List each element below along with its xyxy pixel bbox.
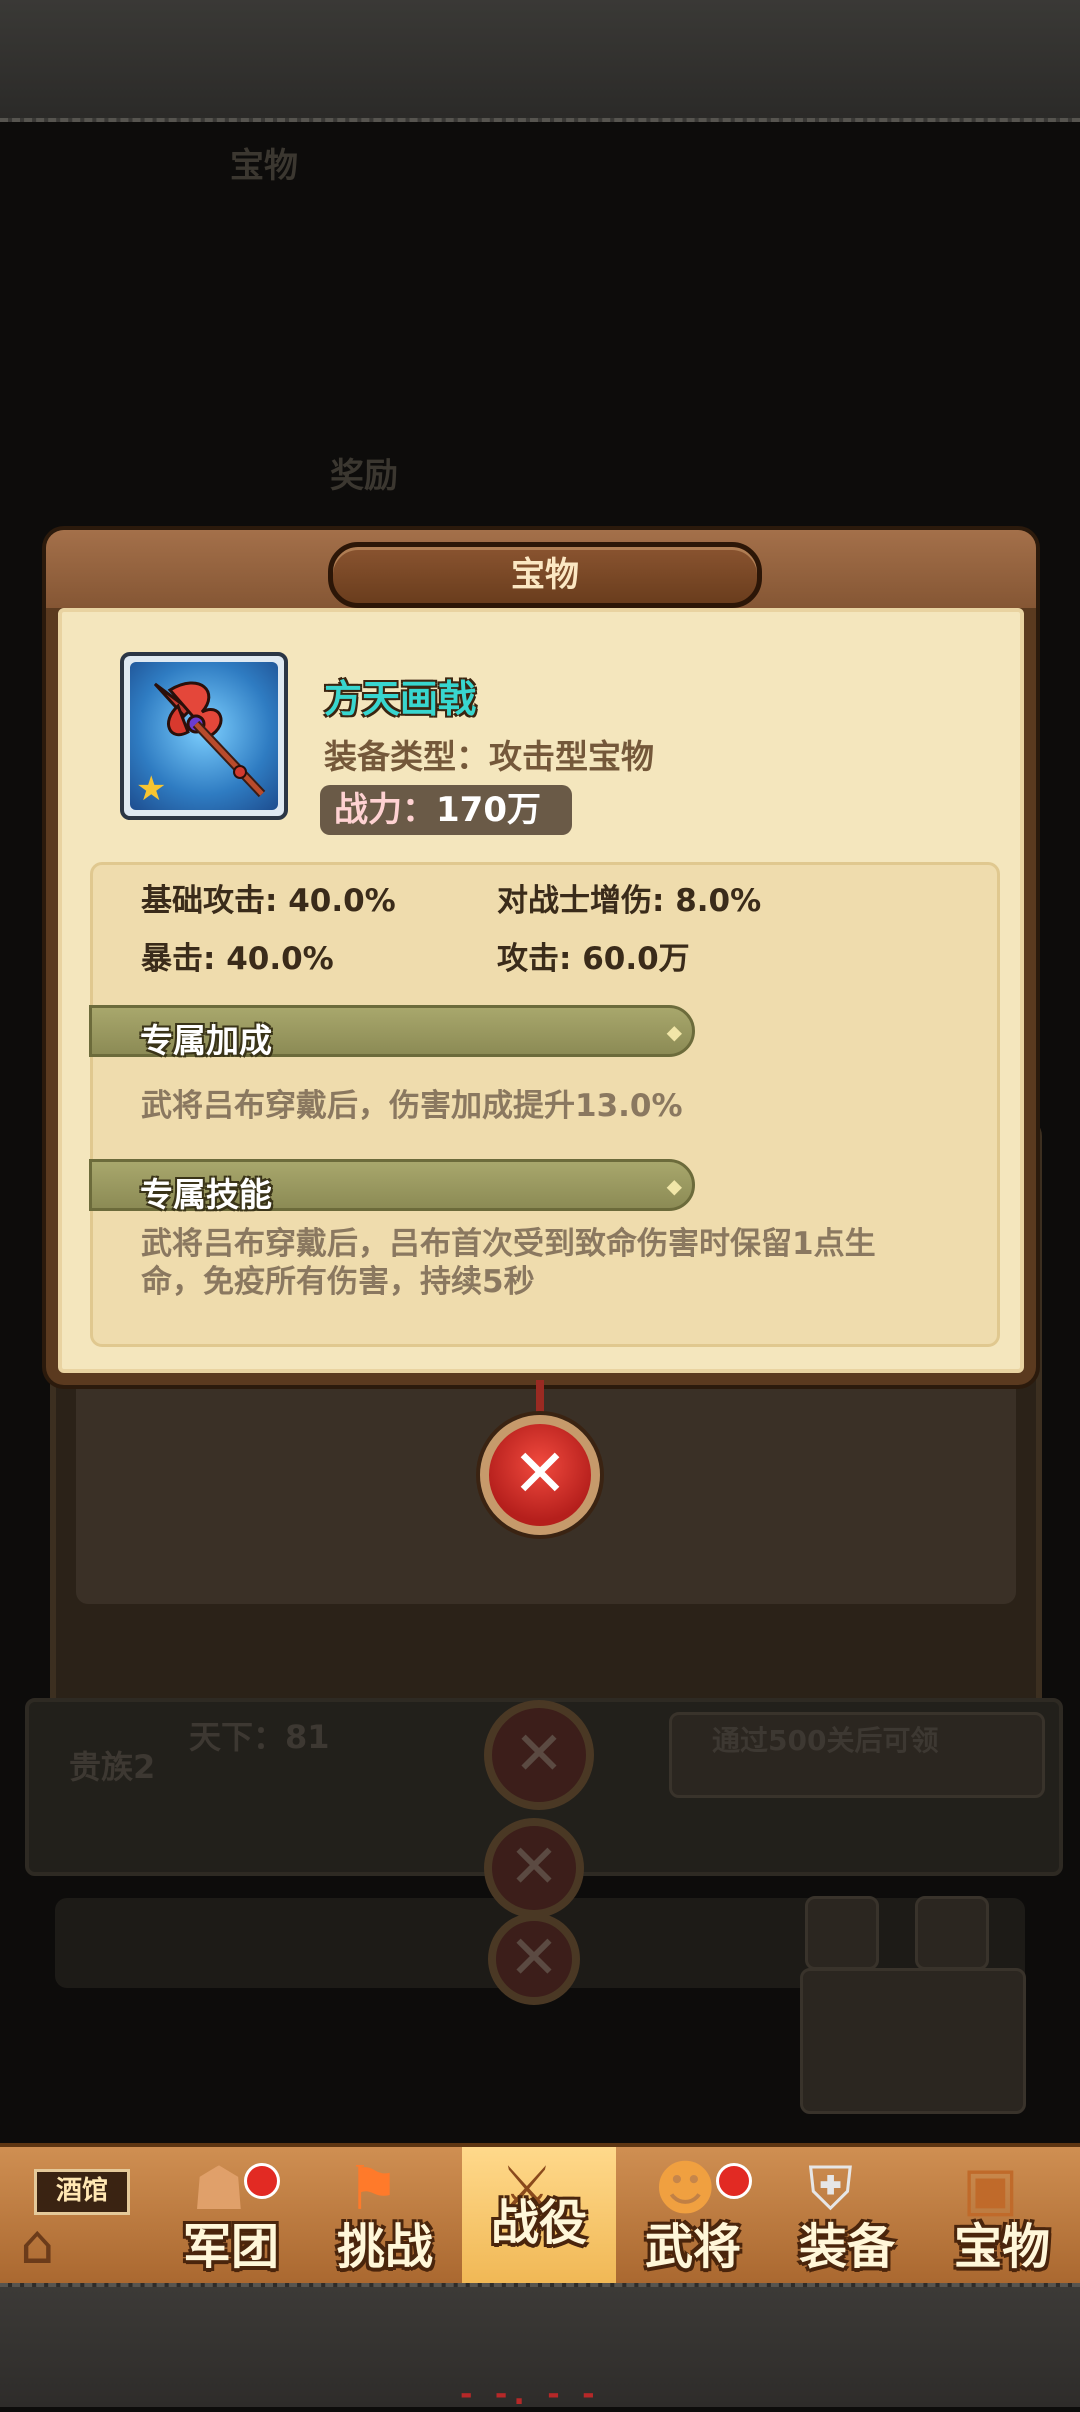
bg-button xyxy=(805,1896,879,1970)
power-label: 战力： xyxy=(334,790,436,830)
nav-equipment[interactable]: ⛨ 装备 xyxy=(770,2147,924,2287)
bg-close-button: ✕ xyxy=(484,1700,594,1810)
halberd-icon: ★ xyxy=(130,662,278,810)
bg-help-button xyxy=(915,1896,989,1970)
treasure-dialog: 宝物 ★ 方天画戟 装备类型：攻击型宝物 战力：170万 基础攻击: 40.0% xyxy=(46,530,1036,1385)
tavern-sign: 酒馆 xyxy=(34,2169,130,2215)
nav-legion[interactable]: ☗ 军团 xyxy=(154,2147,308,2287)
close-connector xyxy=(536,1380,544,1420)
stat-crit: 暴击: 40.0% xyxy=(141,941,334,977)
section-exclusive-skill: 专属技能 ◆ xyxy=(89,1159,695,1214)
section-exclusive-bonus: 专属加成 ◆ xyxy=(89,1005,695,1060)
tavern-icon: ⌂ xyxy=(20,2213,55,2276)
star-icon: ★ xyxy=(136,769,167,809)
section-title: 专属技能 xyxy=(140,1175,272,1214)
diamond-icon: ◆ xyxy=(666,1174,682,1198)
top-status-strip xyxy=(0,0,1080,122)
nav-label: 战役 xyxy=(490,2195,587,2251)
nav-battle[interactable]: ⚔ 战役 xyxy=(462,2147,616,2287)
bg-tab-text: 宝物 xyxy=(230,146,298,186)
nav-tavern[interactable]: 酒馆 ⌂ xyxy=(0,2147,154,2287)
bg-tianxia-text: 天下：81 xyxy=(189,1718,330,1756)
item-type: 装备类型：攻击型宝物 xyxy=(324,737,654,776)
dialog-title: 宝物 xyxy=(328,542,762,608)
bg-close-button: ✕ xyxy=(484,1818,584,1918)
stats-panel: 基础攻击: 40.0% 对战士增伤: 8.0% 暴击: 40.0% 攻击: 60… xyxy=(89,862,1000,1347)
bg-close-button: ✕ xyxy=(488,1913,580,2005)
bg-noble-label: 贵族2 xyxy=(69,1748,156,1786)
nav-label: 武将 xyxy=(644,2219,741,2275)
bottom-decoration: - -. - - xyxy=(460,2377,601,2412)
stat-base-attack: 基础攻击: 40.0% xyxy=(141,883,396,919)
nav-label: 挑战 xyxy=(336,2219,433,2275)
bg-box xyxy=(800,1968,1026,2114)
exclusive-skill-desc-line2: 命，免疫所有伤害，持续5秒 xyxy=(141,1264,535,1300)
bg-unlock-text: 通过500关后可领 xyxy=(712,1724,939,1757)
legion-badge xyxy=(244,2163,280,2199)
nav-label: 宝物 xyxy=(953,2219,1050,2275)
stat-attack: 攻击: 60.0万 xyxy=(497,941,690,977)
bottom-system-bar: - -. - - xyxy=(0,2283,1080,2412)
bottom-nav: 酒馆 ⌂ ☗ 军团 ⚑ 挑战 ⚔ 战役 ☻ 武将 ⛨ 装备 ▣ 宝物 xyxy=(0,2143,1080,2287)
general-badge xyxy=(716,2163,752,2199)
diamond-icon: ◆ xyxy=(666,1020,682,1044)
bg-unlock-box: 通过500关后可领 xyxy=(669,1712,1045,1798)
section-title: 专属加成 xyxy=(140,1021,272,1060)
stat-warrior-damage: 对战士增伤: 8.0% xyxy=(497,883,762,919)
exclusive-bonus-desc: 武将吕布穿戴后，伤害加成提升13.0% xyxy=(141,1088,683,1124)
close-button[interactable]: ✕ xyxy=(480,1415,600,1535)
nav-challenge[interactable]: ⚑ 挑战 xyxy=(308,2147,462,2287)
dialog-body: ★ 方天画戟 装备类型：攻击型宝物 战力：170万 基础攻击: 40.0% 对战… xyxy=(58,608,1024,1373)
close-icon: ✕ xyxy=(512,1435,568,1512)
exclusive-skill-desc-line1: 武将吕布穿戴后，吕布首次受到致命伤害时保留1点生 xyxy=(141,1226,876,1262)
power-tag: 战力：170万 xyxy=(320,785,572,835)
bg-panel-title: 奖励 xyxy=(330,456,398,496)
power-value: 170万 xyxy=(436,790,541,830)
nav-label: 装备 xyxy=(798,2219,895,2275)
dialog-header: 宝物 xyxy=(46,530,1036,608)
nav-label: 军团 xyxy=(182,2219,279,2275)
item-icon-frame[interactable]: ★ xyxy=(120,652,288,820)
item-name: 方天画戟 xyxy=(324,677,477,721)
nav-general[interactable]: ☻ 武将 xyxy=(616,2147,770,2287)
nav-treasure[interactable]: ▣ 宝物 xyxy=(924,2147,1080,2287)
